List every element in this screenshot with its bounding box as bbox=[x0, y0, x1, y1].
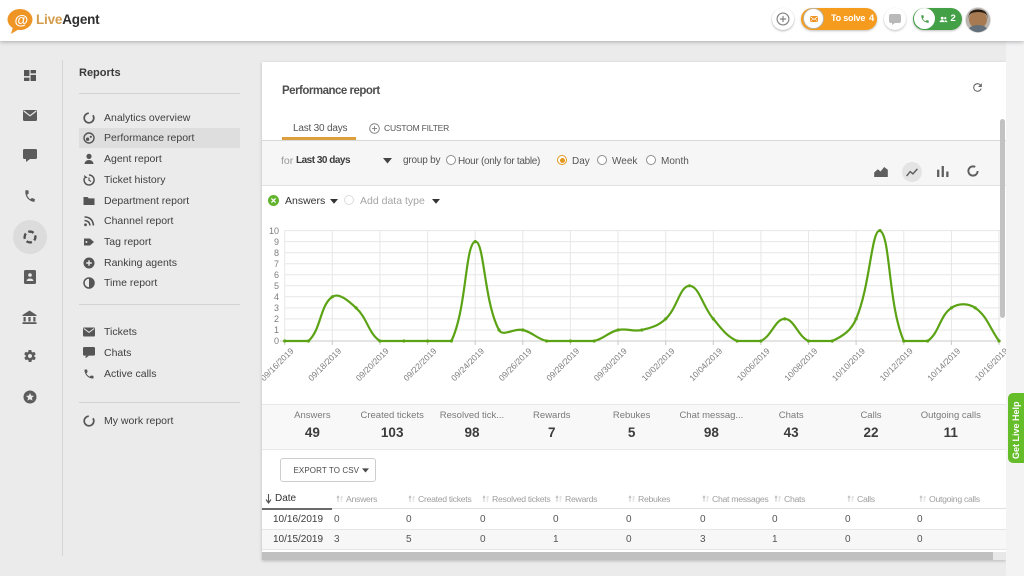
svg-text:2: 2 bbox=[274, 314, 279, 324]
svg-text:09/20/2019: 09/20/2019 bbox=[354, 346, 391, 383]
svg-text:09/26/2019: 09/26/2019 bbox=[497, 346, 534, 383]
svg-text:10/04/2019: 10/04/2019 bbox=[687, 346, 724, 383]
svg-text:09/18/2019: 09/18/2019 bbox=[306, 346, 343, 383]
svg-text:@: @ bbox=[15, 12, 29, 28]
svg-text:10/08/2019: 10/08/2019 bbox=[782, 346, 819, 383]
svg-text:10/14/2019: 10/14/2019 bbox=[925, 346, 962, 383]
svg-text:1: 1 bbox=[274, 325, 279, 335]
svg-text:09/30/2019: 09/30/2019 bbox=[592, 346, 629, 383]
svg-text:0: 0 bbox=[274, 336, 279, 346]
svg-text:09/22/2019: 09/22/2019 bbox=[401, 346, 438, 383]
svg-text:09/24/2019: 09/24/2019 bbox=[449, 346, 486, 383]
svg-text:6: 6 bbox=[274, 270, 279, 280]
svg-text:5: 5 bbox=[274, 281, 279, 291]
svg-text:09/28/2019: 09/28/2019 bbox=[544, 346, 581, 383]
svg-text:10: 10 bbox=[269, 226, 279, 236]
svg-text:3: 3 bbox=[274, 303, 279, 313]
svg-text:10/16/2019: 10/16/2019 bbox=[973, 346, 1006, 383]
svg-text:7: 7 bbox=[274, 259, 279, 269]
svg-text:10/10/2019: 10/10/2019 bbox=[830, 346, 867, 383]
svg-text:10/02/2019: 10/02/2019 bbox=[639, 346, 676, 383]
svg-text:4: 4 bbox=[274, 292, 279, 302]
svg-text:10/12/2019: 10/12/2019 bbox=[878, 346, 915, 383]
svg-text:10/06/2019: 10/06/2019 bbox=[735, 346, 772, 383]
svg-text:09/16/2019: 09/16/2019 bbox=[262, 346, 296, 383]
svg-text:9: 9 bbox=[274, 237, 279, 247]
svg-text:8: 8 bbox=[274, 248, 279, 258]
